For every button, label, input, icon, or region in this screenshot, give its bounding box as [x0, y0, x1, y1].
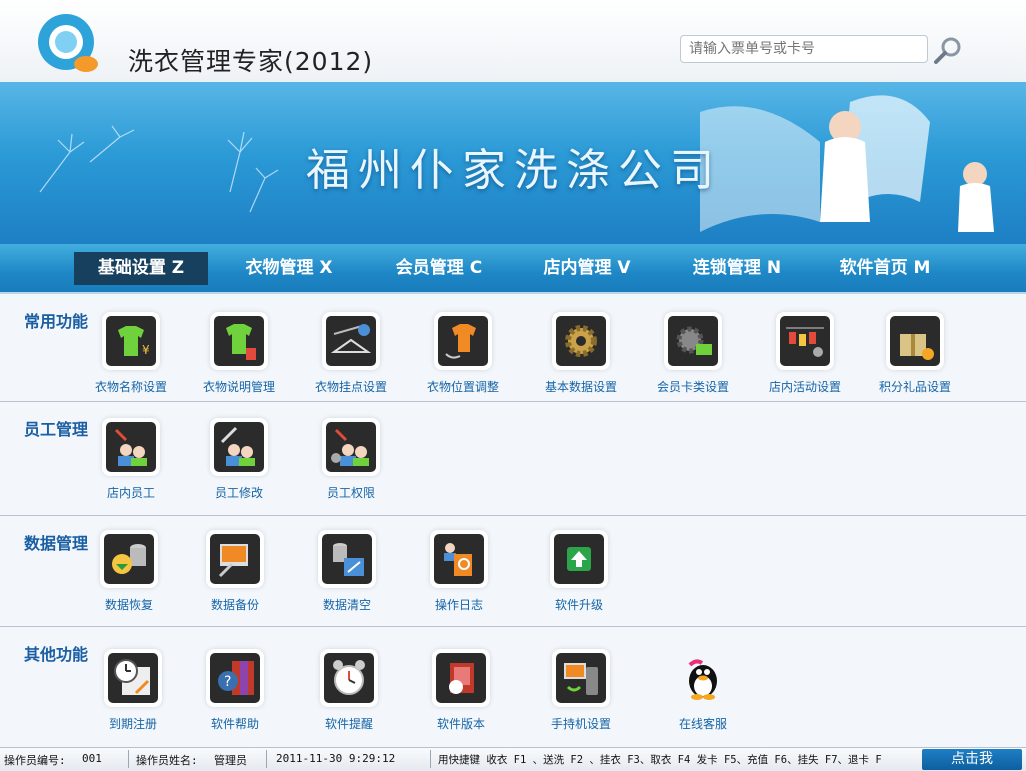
tile-data-backup[interactable]: 数据备份 — [180, 522, 290, 614]
tile-label: 员工权限 — [326, 486, 375, 500]
activity-tags-icon — [776, 312, 834, 370]
staff-edit-icon — [210, 418, 268, 476]
tile-label: 操作日志 — [434, 598, 483, 612]
tile-label: 衣物说明管理 — [202, 380, 275, 394]
handheld-icon — [552, 649, 610, 707]
database-restore-icon — [100, 530, 158, 588]
header: 洗衣管理专家(2012) — [0, 0, 1026, 82]
tab-chain-management[interactable]: 连锁管理 N — [670, 252, 804, 285]
shortcut-hints: 用快捷键 收衣 F1 、送洗 F2 、挂衣 F3、取衣 F4 发卡 F5、充值 … — [438, 754, 882, 766]
help-book-icon: ? — [206, 649, 264, 707]
tile-staff-permissions[interactable]: 员工权限 — [296, 410, 406, 502]
status-datetime: 2011-11-30 9:29:12 — [276, 752, 396, 765]
tile-label: 店内活动设置 — [768, 380, 841, 394]
tile-label: 基本数据设置 — [544, 380, 617, 394]
company-name: 福州仆家洗涤公司 — [306, 145, 722, 196]
tile-label: 软件版本 — [436, 717, 485, 731]
svg-text:¥: ¥ — [142, 343, 150, 357]
app-logo — [34, 10, 100, 76]
section-common-functions: 常用功能 ¥ 衣物名称设置 衣物说明管理 衣物挂点设置 衣物位置调整 基本数据设… — [0, 294, 1026, 402]
section-other-functions: 其他功能 到期注册 ? 软件帮助 软件提醒 软件版本 手持机设置 在线客服 — [0, 627, 1026, 746]
click-me-button[interactable]: 点击我 — [922, 749, 1022, 770]
tab-clothing-management[interactable]: 衣物管理 X — [222, 252, 356, 285]
alarm-clock-icon — [320, 649, 378, 707]
tile-staff-edit[interactable]: 员工修改 — [184, 410, 294, 502]
tile-data-clear[interactable]: 数据清空 — [292, 522, 402, 614]
tile-data-restore[interactable]: 数据恢复 — [74, 522, 184, 614]
staff-icon — [102, 418, 160, 476]
log-icon — [430, 530, 488, 588]
tile-label: 衣物名称设置 — [94, 380, 167, 394]
qq-penguin-icon — [674, 649, 732, 707]
tile-clothing-description[interactable]: 衣物说明管理 — [184, 304, 294, 396]
tile-label: 数据清空 — [322, 598, 371, 612]
backup-icon — [206, 530, 264, 588]
gear-icon — [552, 312, 610, 370]
tile-label: 手持机设置 — [550, 717, 611, 731]
tile-member-card-settings[interactable]: 会员卡类设置 — [638, 304, 748, 396]
operator-id: 001 — [82, 752, 102, 765]
tile-software-help[interactable]: ? 软件帮助 — [180, 641, 290, 733]
tile-clothing-name-settings[interactable]: ¥ 衣物名称设置 — [76, 304, 186, 396]
tile-store-staff[interactable]: 店内员工 — [76, 410, 186, 502]
tile-basic-data-settings[interactable]: 基本数据设置 — [526, 304, 636, 396]
upgrade-icon — [550, 530, 608, 588]
shirt-price-icon: ¥ — [102, 312, 160, 370]
search-icon[interactable] — [932, 34, 966, 68]
card-gear-icon — [664, 312, 722, 370]
tab-software-home[interactable]: 软件首页 M — [818, 252, 952, 285]
section-staff-management: 员工管理 店内员工 员工修改 员工权限 — [0, 402, 1026, 516]
status-bar: 操作员编号: 001 操作员姓名: 管理员 2011-11-30 9:29:12… — [0, 747, 1026, 771]
tile-label: 积分礼品设置 — [878, 380, 951, 394]
tile-label: 员工修改 — [214, 486, 263, 500]
tile-label: 会员卡类设置 — [656, 380, 729, 394]
version-icon — [432, 649, 490, 707]
hanger-gear-icon — [322, 312, 380, 370]
tile-label: 软件提醒 — [324, 717, 373, 731]
tile-software-upgrade[interactable]: 软件升级 — [524, 522, 634, 614]
tile-store-activity-settings[interactable]: 店内活动设置 — [750, 304, 860, 396]
tile-label: 店内员工 — [106, 486, 155, 500]
tab-member-management[interactable]: 会员管理 C — [372, 252, 506, 285]
tile-operation-log[interactable]: 操作日志 — [404, 522, 514, 614]
section-data-management: 数据管理 数据恢复 数据备份 数据清空 操作日志 软件升级 — [0, 516, 1026, 627]
shirt-note-icon — [210, 312, 268, 370]
tile-label: 数据备份 — [210, 598, 259, 612]
clear-data-icon — [318, 530, 376, 588]
operator-name: 管理员 — [214, 754, 247, 767]
staff-permission-icon — [322, 418, 380, 476]
tile-label: 软件升级 — [554, 598, 603, 612]
tile-label: 数据恢复 — [104, 598, 153, 612]
status-divider — [430, 750, 431, 768]
operator-id-label: 操作员编号: — [4, 754, 66, 767]
banner: 福州仆家洗涤公司 — [0, 82, 1026, 244]
tile-clothing-position[interactable]: 衣物位置调整 — [408, 304, 518, 396]
status-divider — [128, 750, 129, 768]
tile-software-reminder[interactable]: 软件提醒 — [294, 641, 404, 733]
tab-basic-settings[interactable]: 基础设置 Z — [74, 252, 208, 285]
gift-icon — [886, 312, 944, 370]
tile-label: 到期注册 — [108, 717, 157, 731]
tile-label: 衣物位置调整 — [426, 380, 499, 394]
status-divider — [266, 750, 267, 768]
svg-text:?: ? — [224, 674, 231, 690]
tab-store-management[interactable]: 店内管理 V — [520, 252, 654, 285]
operator-name-label: 操作员姓名: — [136, 754, 198, 767]
tile-label: 在线客服 — [678, 717, 727, 731]
main-nav: 基础设置 Z 衣物管理 X 会员管理 C 店内管理 V 连锁管理 N 软件首页 … — [0, 244, 1026, 294]
tile-expiry-registration[interactable]: 到期注册 — [78, 641, 188, 733]
tile-hanger-settings[interactable]: 衣物挂点设置 — [296, 304, 406, 396]
shirt-move-icon — [434, 312, 492, 370]
search-input[interactable] — [680, 35, 928, 63]
app-title: 洗衣管理专家(2012) — [128, 47, 374, 76]
tile-label: 软件帮助 — [210, 717, 259, 731]
tile-label: 衣物挂点设置 — [314, 380, 387, 394]
tile-software-version[interactable]: 软件版本 — [406, 641, 516, 733]
clock-register-icon — [104, 649, 162, 707]
tile-online-support[interactable]: 在线客服 — [648, 641, 758, 733]
tile-handheld-settings[interactable]: 手持机设置 — [526, 641, 636, 733]
tile-points-gift-settings[interactable]: 积分礼品设置 — [860, 304, 970, 396]
